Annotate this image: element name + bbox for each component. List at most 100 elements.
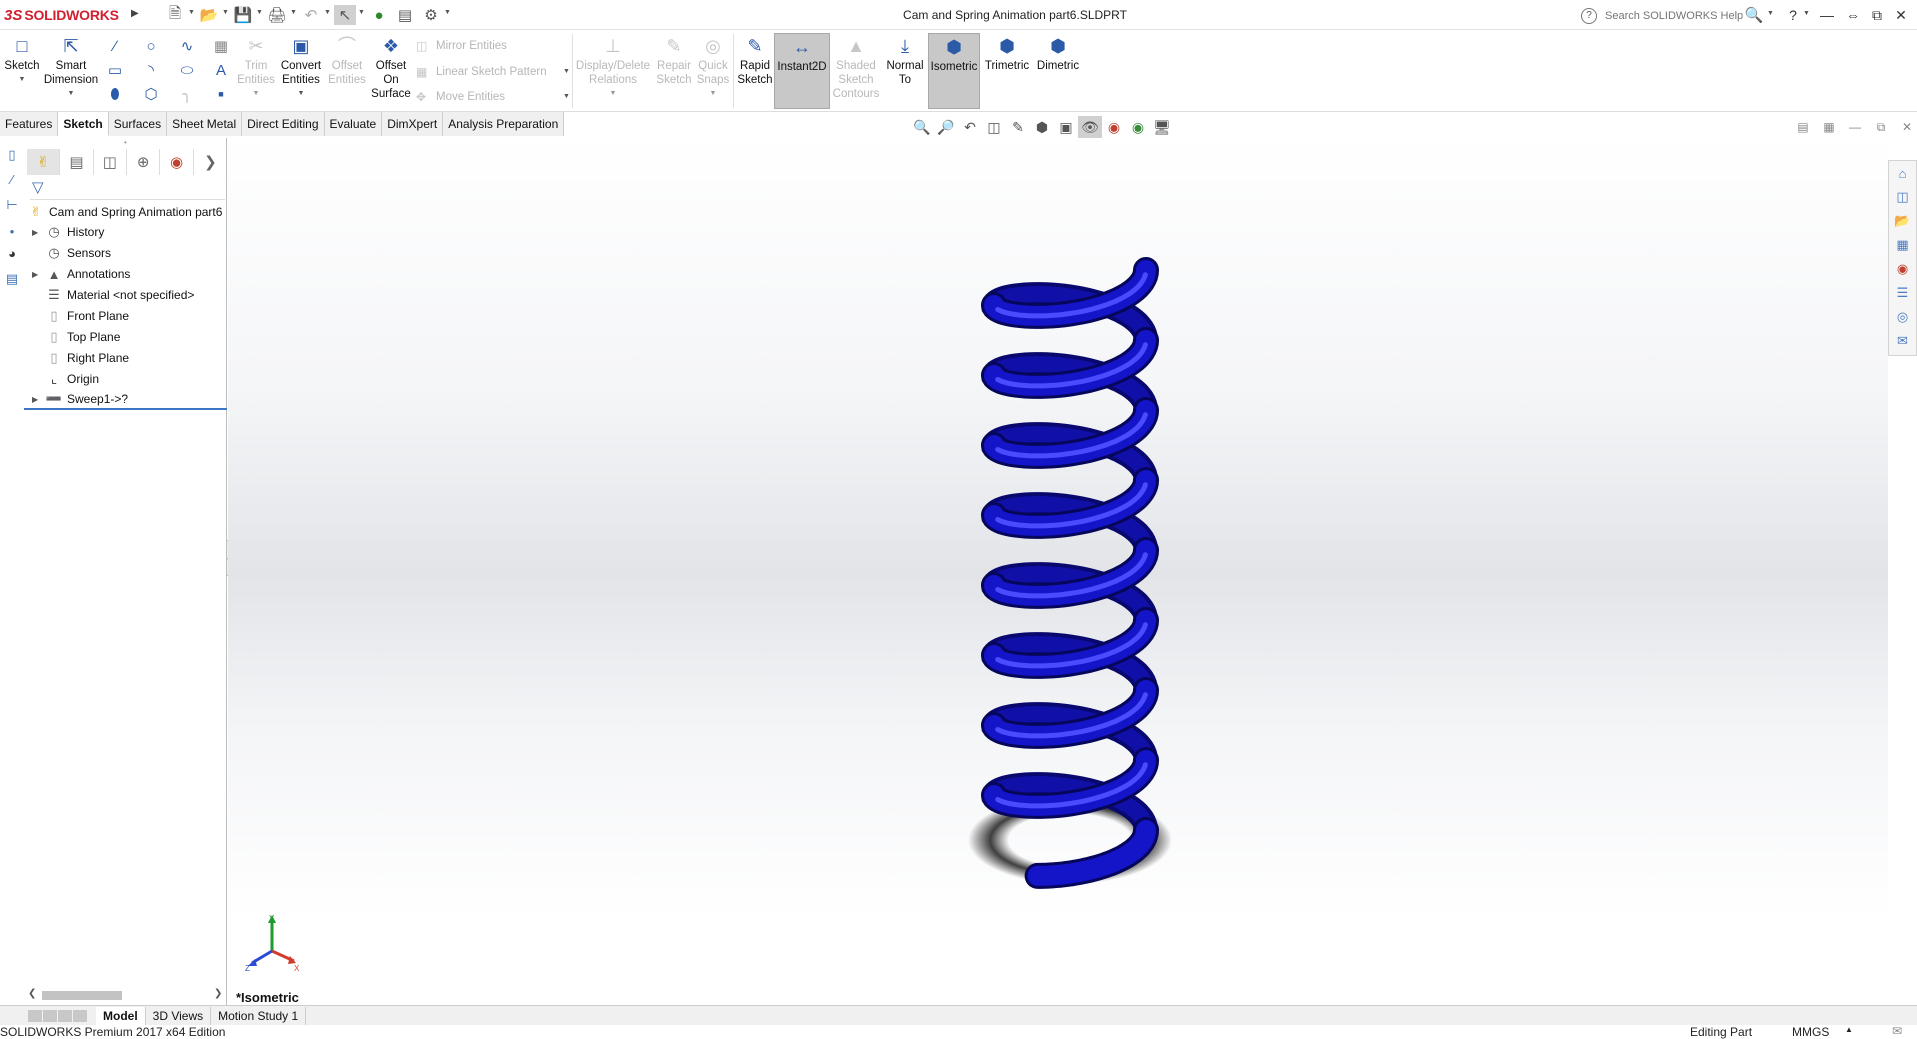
normal-to-button[interactable]: ⤓ Normal To xyxy=(882,33,928,87)
feature-tree-horizontal-scrollbar[interactable]: ❮ ❯ xyxy=(24,988,227,1002)
viewport-minimize-icon[interactable]: — xyxy=(1842,118,1868,136)
dimxpert-manager-tab-icon[interactable]: ⊕ xyxy=(127,149,161,175)
spline-icon[interactable]: ∿ xyxy=(176,36,198,56)
viewport-restore-icon[interactable]: ⧉ xyxy=(1868,118,1894,136)
expand-arrow-icon[interactable]: ▶ xyxy=(32,228,44,237)
center-of-mass-icon[interactable]: ◕ xyxy=(3,244,21,262)
tab-dimxpert[interactable]: DimXpert xyxy=(382,112,444,136)
coordinate-system-icon[interactable]: ▤ xyxy=(3,270,21,288)
rebuild-traffic-light-icon[interactable]: ● xyxy=(368,5,390,25)
new-dropdown-icon[interactable]: ▼ xyxy=(188,9,195,16)
search-magnifier-icon[interactable]: 🔍 xyxy=(1743,4,1765,26)
undo-dropdown-icon[interactable]: ▼ xyxy=(324,9,331,16)
options-gear-icon[interactable]: ⚙ xyxy=(420,5,442,25)
tree-root-part[interactable]: ✌ Cam and Spring Animation part6 xyxy=(24,202,227,222)
open-folder-icon[interactable]: 📂 xyxy=(198,5,220,25)
feature-tree-tab-icon[interactable]: ✌ xyxy=(27,149,61,175)
options-dropdown-icon[interactable]: ▼ xyxy=(444,9,451,16)
smart-dimension-button[interactable]: ⇱ Smart Dimension ▼ xyxy=(42,33,100,101)
tab-analysis-preparation[interactable]: Analysis Preparation xyxy=(443,112,565,136)
tab-3d-views[interactable]: 3D Views xyxy=(146,1006,212,1025)
linear-sketch-pattern-button[interactable]: ▦ Linear Sketch Pattern xyxy=(416,65,547,79)
print-dropdown-icon[interactable]: ▼ xyxy=(290,9,297,16)
file-explorer-icon[interactable]: 📂 xyxy=(1889,209,1916,233)
rectangle-icon[interactable]: ▭ xyxy=(104,60,126,80)
part-icon[interactable]: ▯ xyxy=(3,146,21,164)
sketch-dropdown-icon[interactable]: ▼ xyxy=(19,73,26,87)
help-dropdown-icon[interactable]: ▼ xyxy=(1803,10,1810,17)
text-icon[interactable]: A xyxy=(210,60,232,80)
instant2d-button[interactable]: ↔ Instant2D xyxy=(774,33,830,109)
rapid-sketch-button[interactable]: ✎ Rapid Sketch xyxy=(736,33,774,87)
tree-item-front-plane[interactable]: ▯ Front Plane xyxy=(24,306,227,326)
offset-entities-button[interactable]: ⌒ Offset Entities xyxy=(326,33,368,87)
search-help-input[interactable] xyxy=(1605,9,1755,22)
display-manager-tab-icon[interactable]: ◉ xyxy=(160,149,194,175)
scrollbar-thumb[interactable] xyxy=(42,991,122,1000)
chat-icon[interactable]: ✉ xyxy=(1889,329,1916,353)
tile-window-icon[interactable]: ⇔ xyxy=(1842,4,1864,26)
undo-icon[interactable]: ↶ xyxy=(300,5,322,25)
configuration-manager-tab-icon[interactable]: ◫ xyxy=(94,149,128,175)
design-library-icon[interactable]: ◫ xyxy=(1889,185,1916,209)
move-dropdown-icon[interactable]: ▼ xyxy=(563,93,570,100)
expand-arrow-icon[interactable]: ▶ xyxy=(32,270,44,279)
solidworks-logo[interactable]: 3S SOLIDWORKS xyxy=(4,3,128,27)
arc-icon[interactable]: ◝ xyxy=(140,60,162,80)
tab-features[interactable]: Features xyxy=(0,112,59,136)
customize-status-bar-icon[interactable]: ✉ xyxy=(1892,1024,1902,1038)
snaps-dropdown-icon[interactable]: ▼ xyxy=(710,87,717,101)
trimetric-button[interactable]: ⬢ Trimetric xyxy=(982,33,1032,73)
first-tab-icon[interactable] xyxy=(28,1009,42,1022)
viewport-split-icon[interactable]: ▤ xyxy=(1790,118,1816,136)
tab-sheet-metal[interactable]: Sheet Metal xyxy=(167,112,243,136)
pattern-dropdown-icon[interactable]: ▼ xyxy=(563,68,570,75)
view-settings-icon[interactable]: 🖥 xyxy=(1150,116,1174,138)
menu-expand-arrow-icon[interactable]: ▶ xyxy=(131,8,139,19)
tree-item-material[interactable]: ☰ Material <not specified> xyxy=(24,285,227,305)
scroll-right-icon[interactable]: ❯ xyxy=(214,988,222,999)
unit-system-selector[interactable]: MMGS xyxy=(1792,1025,1829,1039)
section-view-icon[interactable]: ◫ xyxy=(982,116,1006,138)
line-icon[interactable]: ∕ xyxy=(104,36,126,56)
viewport-close-icon[interactable]: ✕ xyxy=(1894,118,1917,136)
property-manager-tab-icon[interactable]: ▤ xyxy=(60,149,94,175)
custom-properties-icon[interactable]: ☰ xyxy=(1889,281,1916,305)
save-icon[interactable]: 💾 xyxy=(232,5,254,25)
point-icon[interactable]: ■ xyxy=(210,84,232,104)
trim-dropdown-icon[interactable]: ▼ xyxy=(253,87,260,101)
tree-item-history[interactable]: ▶ ◷ History xyxy=(24,222,227,242)
restore-window-icon[interactable]: ⧉ xyxy=(1866,4,1888,26)
grid-icon[interactable]: ▦ xyxy=(210,36,232,56)
sketch-line-icon[interactable]: ∕ xyxy=(3,170,21,188)
spring-model[interactable] xyxy=(228,138,1888,1008)
view-orientation-icon[interactable]: ⬢ xyxy=(1030,116,1054,138)
relations-dropdown-icon[interactable]: ▼ xyxy=(610,87,617,101)
previous-view-icon[interactable]: ↶ xyxy=(958,116,982,138)
isometric-button[interactable]: ⬢ Isometric xyxy=(928,33,980,109)
close-window-icon[interactable]: ✕ xyxy=(1890,4,1912,26)
move-entities-button[interactable]: ✥ Move Entities xyxy=(416,90,505,104)
solidworks-resources-home-icon[interactable]: ⌂ xyxy=(1889,161,1916,185)
forum-icon[interactable]: ◎ xyxy=(1889,305,1916,329)
tab-direct-editing[interactable]: Direct Editing xyxy=(242,112,325,136)
sketch-button[interactable]: □ Sketch ▼ xyxy=(4,33,40,87)
previous-tab-icon[interactable] xyxy=(43,1009,57,1022)
fillet-icon[interactable]: ╮ xyxy=(176,84,198,104)
tree-item-origin[interactable]: ⌞ Origin xyxy=(24,369,227,389)
save-dropdown-icon[interactable]: ▼ xyxy=(256,9,263,16)
edit-appearance-icon[interactable]: ◉ xyxy=(1102,116,1126,138)
viewport-tile-icon[interactable]: ▦ xyxy=(1816,118,1842,136)
polygon-icon[interactable]: ⬡ xyxy=(140,84,162,104)
display-style-icon[interactable]: ▣ xyxy=(1054,116,1078,138)
trim-entities-button[interactable]: ✂ Trim Entities ▼ xyxy=(237,33,275,101)
file-properties-icon[interactable]: ▤ xyxy=(394,5,416,25)
tree-item-annotations[interactable]: ▶ ▲ Annotations xyxy=(24,264,227,284)
graphics-viewport[interactable]: Y X Z *Isometric xyxy=(228,138,1888,1008)
convert-entities-button[interactable]: ▣ Convert Entities ▼ xyxy=(278,33,324,101)
smart-dimension-dropdown-icon[interactable]: ▼ xyxy=(68,87,75,101)
circle-icon[interactable]: ○ xyxy=(140,36,162,56)
tab-model[interactable]: Model xyxy=(96,1006,146,1025)
search-dropdown-icon[interactable]: ▼ xyxy=(1767,10,1774,17)
ellipse-icon[interactable]: ⬭ xyxy=(176,60,198,80)
